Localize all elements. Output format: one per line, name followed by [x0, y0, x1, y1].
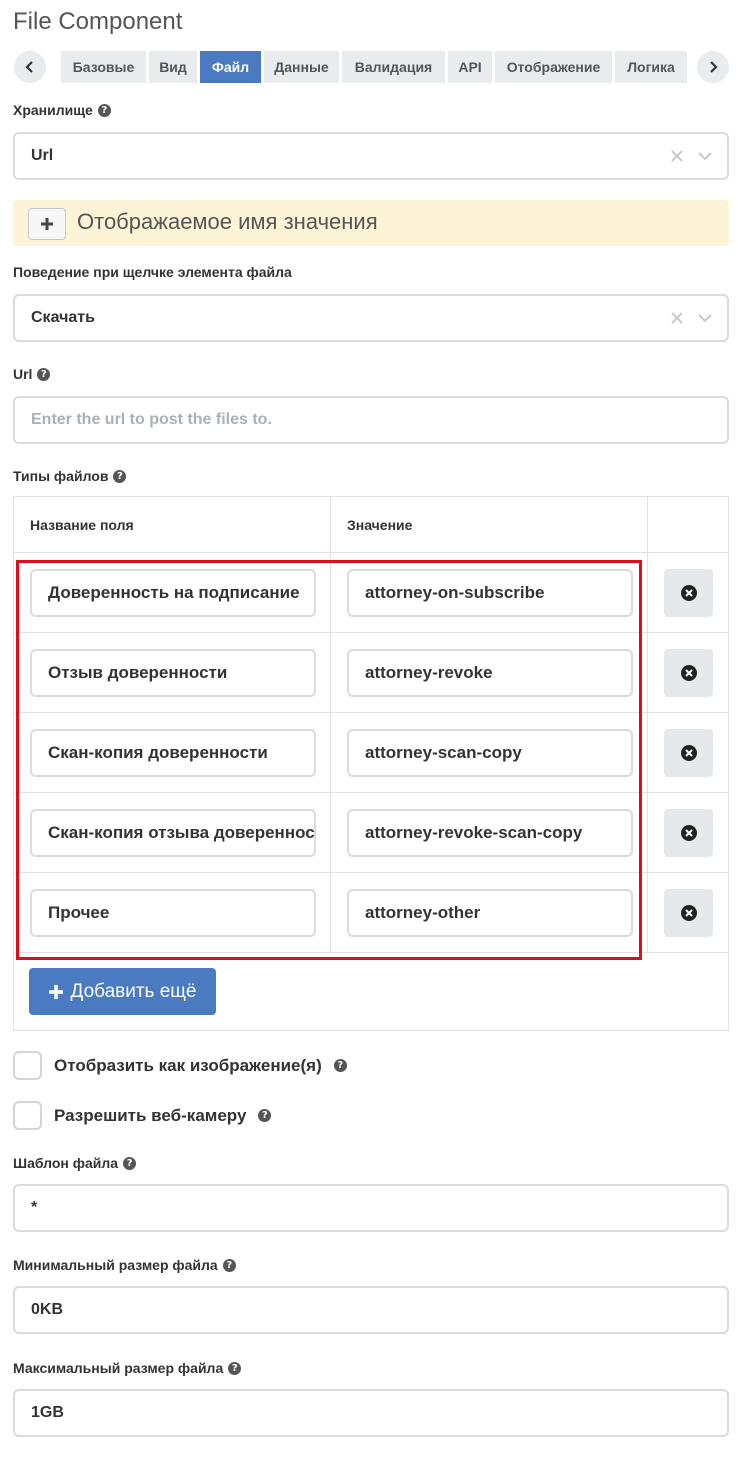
file-pattern-label: Шаблон файла ? — [13, 1155, 137, 1171]
tab-api[interactable]: API — [448, 51, 492, 83]
column-divider — [330, 553, 331, 952]
display-as-image-checkbox[interactable] — [13, 1051, 42, 1080]
remove-circle-icon — [680, 665, 697, 681]
display-name-notice: Отображаемое имя значения — [13, 200, 729, 246]
click-behavior-label: Поведение при щелчке элемента файла — [13, 264, 292, 280]
help-icon[interactable]: ? — [97, 103, 111, 117]
tab-display[interactable]: Вид — [149, 51, 197, 83]
help-icon[interactable]: ? — [228, 1361, 242, 1375]
help-icon[interactable]: ? — [333, 1059, 347, 1072]
tabs-next-button[interactable] — [697, 51, 729, 83]
page-title: File Component — [13, 8, 183, 35]
remove-row-button[interactable] — [664, 649, 713, 697]
help-icon[interactable]: ? — [123, 1156, 137, 1170]
tab-logic[interactable]: Логика — [615, 51, 687, 83]
column-header-name: Название поля — [14, 497, 331, 553]
help-icon[interactable]: ? — [222, 1258, 236, 1272]
column-header-value: Значение — [331, 497, 648, 553]
remove-row-button[interactable] — [664, 889, 713, 937]
plus-icon — [49, 984, 64, 999]
url-input[interactable]: Enter the url to post the files to. — [13, 396, 729, 444]
chevron-right-icon — [710, 61, 718, 73]
storage-label: Хранилище ? — [13, 102, 111, 118]
tabs-prev-button[interactable] — [14, 51, 46, 83]
tab-bar: Базовые Вид Файл Данные Валидация API От… — [13, 51, 729, 83]
expand-button[interactable] — [28, 208, 66, 240]
tab-conditional[interactable]: Отображение — [495, 51, 612, 83]
row-value-input[interactable]: attorney-on-subscribe — [347, 569, 633, 617]
row-name-input[interactable]: Доверенность на подписание — [30, 569, 316, 617]
row-name-input[interactable]: Скан-копия доверенности — [30, 729, 316, 777]
tab-data[interactable]: Данные — [264, 51, 339, 83]
plus-icon — [41, 218, 53, 230]
row-value-input[interactable]: attorney-other — [347, 889, 633, 937]
chevron-left-icon — [25, 61, 33, 73]
display-as-image-row: Отобразить как изображение(я) ? — [13, 1051, 347, 1080]
row-name-input[interactable]: Скан-копия отзыва доверенности — [30, 809, 316, 857]
max-size-label: Максимальный размер файла ? — [13, 1360, 242, 1376]
allow-webcam-checkbox[interactable] — [13, 1101, 42, 1130]
tab-validation[interactable]: Валидация — [342, 51, 445, 83]
row-value-input[interactable]: attorney-revoke-scan-copy — [347, 809, 633, 857]
remove-circle-icon — [680, 745, 697, 761]
tab-file[interactable]: Файл — [200, 51, 261, 83]
row-divider — [14, 552, 728, 553]
row-name-input[interactable]: Отзыв доверенности — [30, 649, 316, 697]
file-pattern-input[interactable]: * — [13, 1184, 729, 1232]
click-behavior-select[interactable]: Скачать — [13, 294, 729, 342]
allow-webcam-row: Разрешить веб-камеру ? — [13, 1101, 272, 1130]
remove-row-button[interactable] — [664, 809, 713, 857]
storage-select[interactable]: Url — [13, 132, 729, 180]
row-divider — [14, 872, 728, 873]
chevron-down-icon[interactable] — [697, 310, 713, 326]
row-divider — [14, 632, 728, 633]
row-value-input[interactable]: attorney-revoke — [347, 649, 633, 697]
row-divider — [14, 792, 728, 793]
url-label: Url ? — [13, 366, 51, 382]
row-divider — [14, 952, 728, 953]
clear-icon[interactable] — [669, 148, 685, 164]
help-icon[interactable]: ? — [113, 469, 127, 483]
chevron-down-icon[interactable] — [697, 148, 713, 164]
remove-circle-icon — [680, 825, 697, 841]
file-types-table: Название поля Значение Доверенность на п… — [13, 496, 729, 1031]
remove-circle-icon — [680, 905, 697, 921]
row-value-input[interactable]: attorney-scan-copy — [347, 729, 633, 777]
help-icon[interactable]: ? — [258, 1109, 272, 1122]
min-size-label: Минимальный размер файла ? — [13, 1257, 236, 1273]
tab-basic[interactable]: Базовые — [61, 51, 146, 83]
remove-row-button[interactable] — [664, 569, 713, 617]
row-name-input[interactable]: Прочее — [30, 889, 316, 937]
remove-row-button[interactable] — [664, 729, 713, 777]
max-size-input[interactable]: 1GB — [13, 1389, 729, 1437]
min-size-input[interactable]: 0KB — [13, 1286, 729, 1334]
column-divider — [647, 497, 648, 952]
clear-icon[interactable] — [669, 310, 685, 326]
add-more-button[interactable]: Добавить ещё — [29, 968, 216, 1015]
row-divider — [14, 712, 728, 713]
remove-circle-icon — [680, 585, 697, 601]
file-types-label: Типы файлов ? — [13, 468, 127, 484]
help-icon[interactable]: ? — [37, 367, 51, 381]
